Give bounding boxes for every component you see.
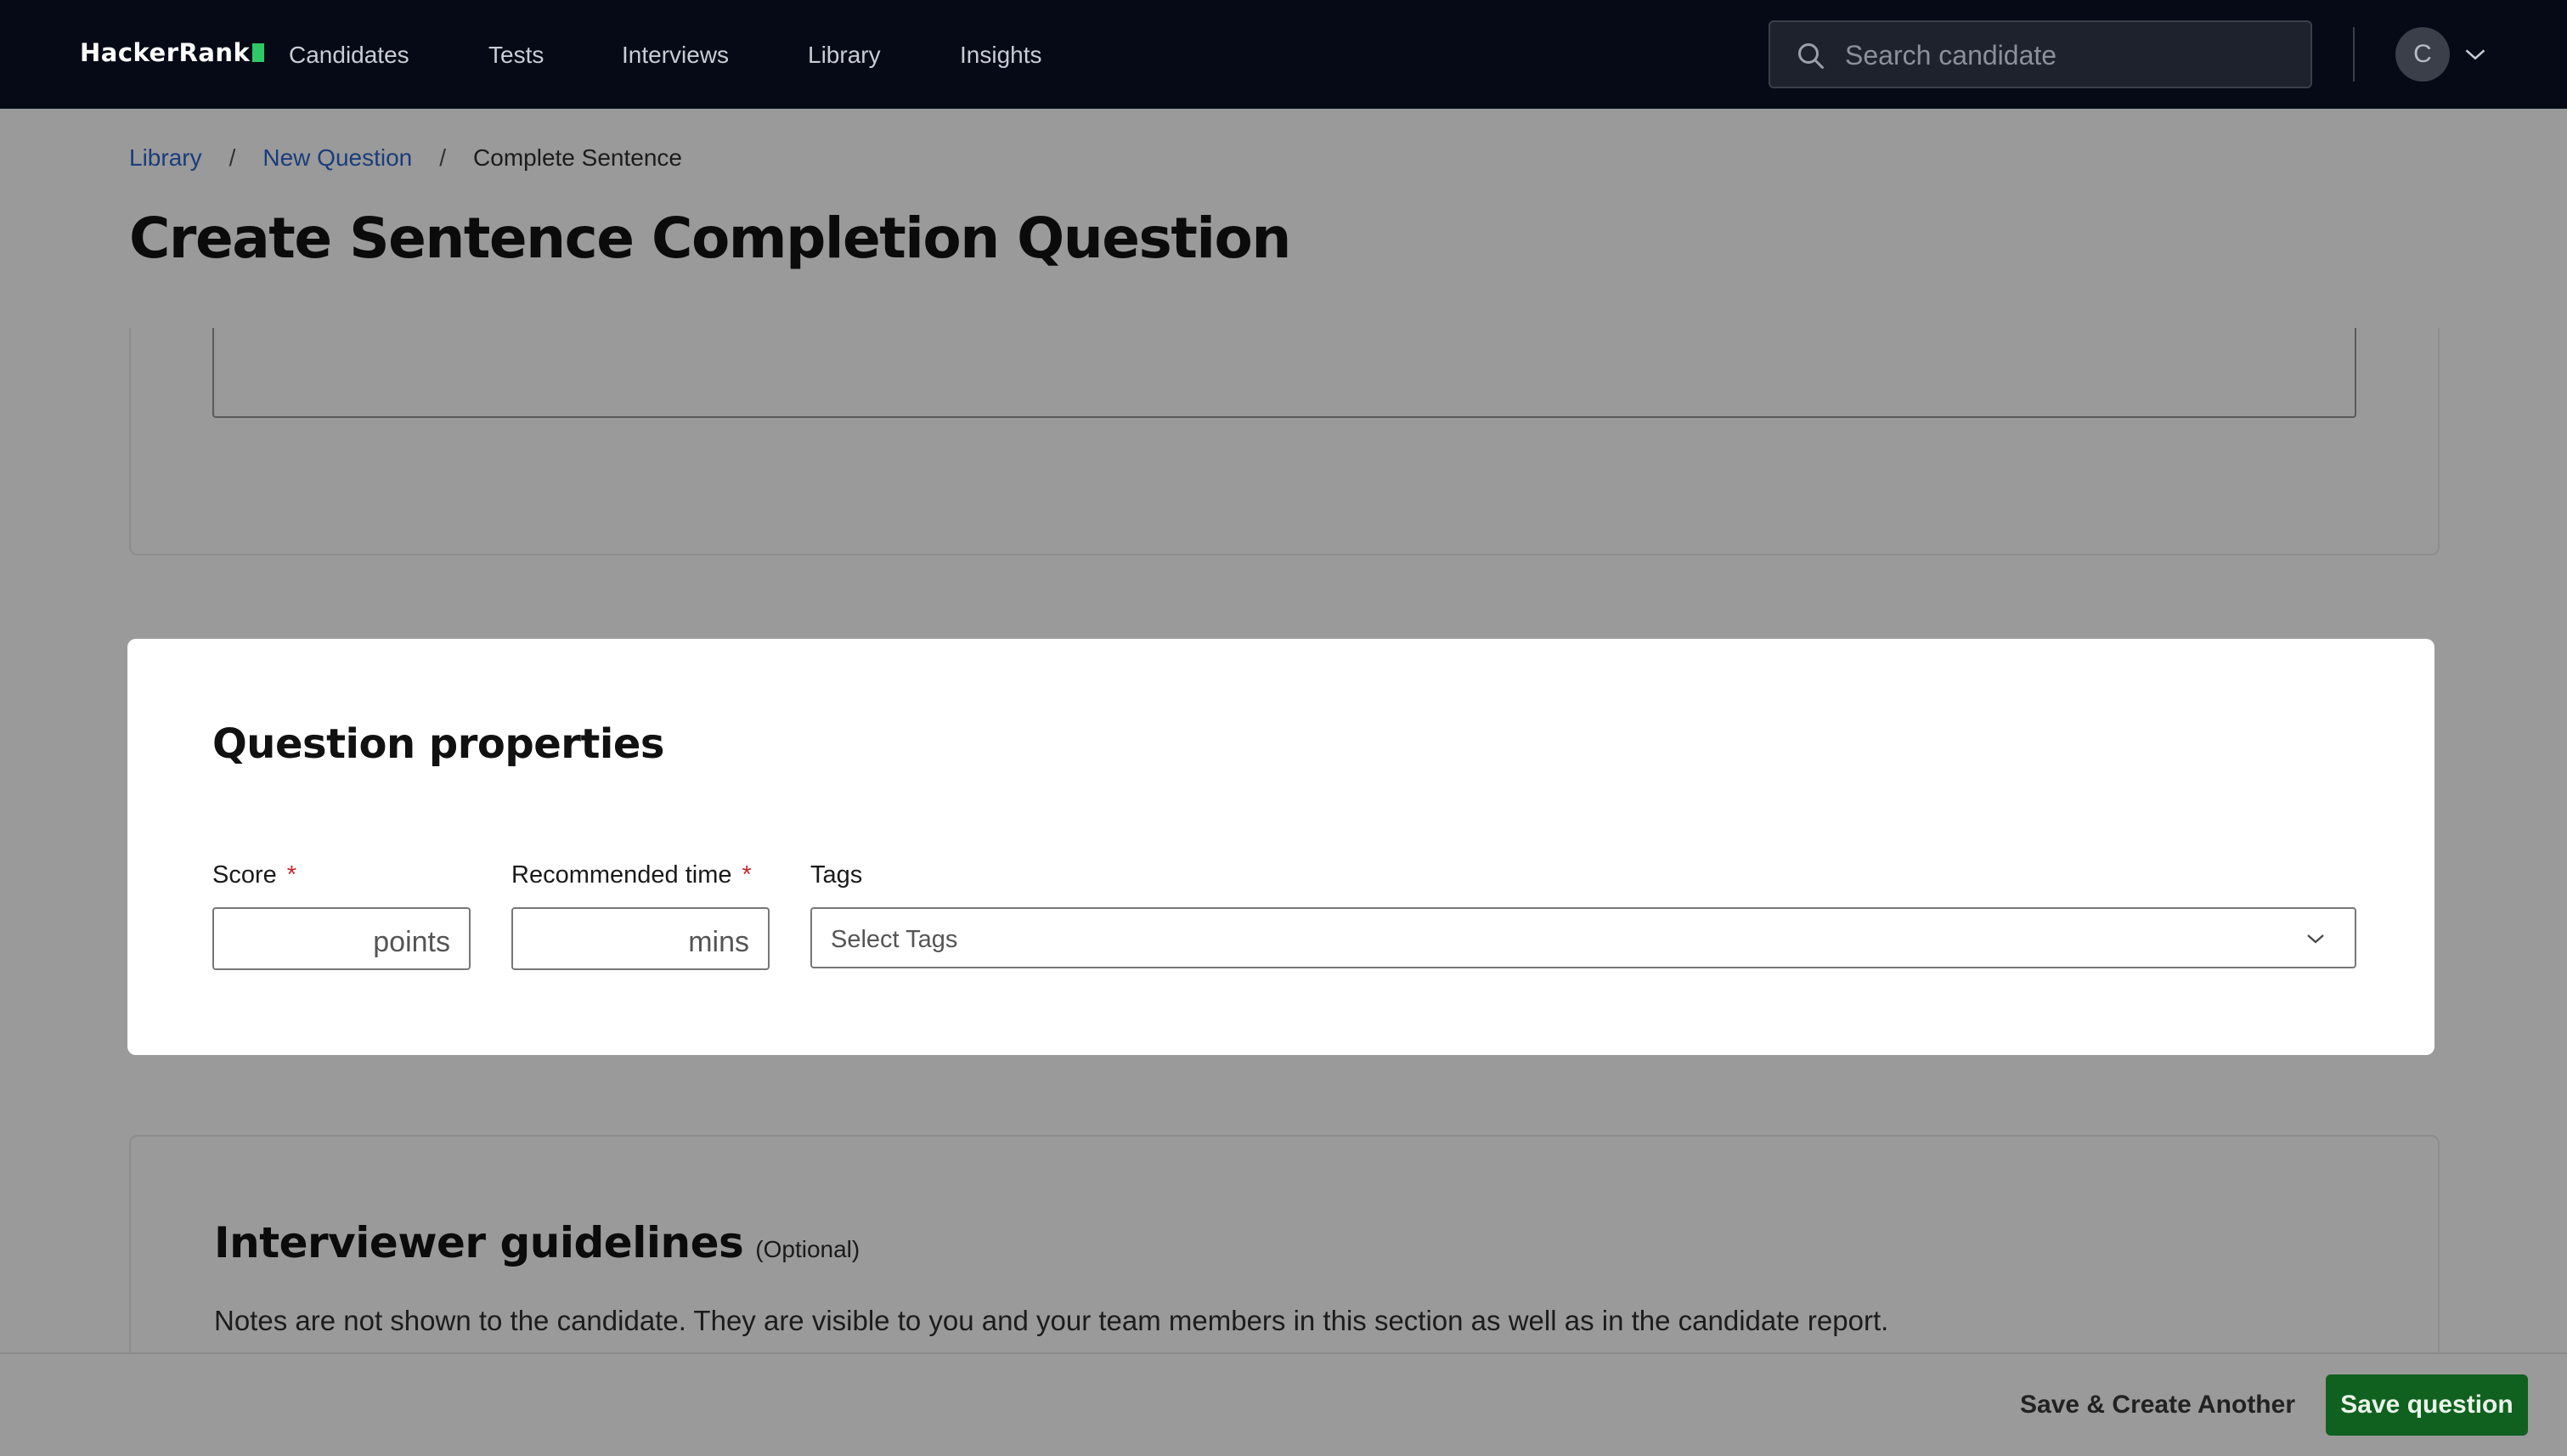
hackerrank-logo[interactable]: HackerRank (80, 38, 265, 67)
score-input[interactable] (226, 917, 362, 960)
nav-item-tests[interactable]: Tests (488, 42, 544, 69)
breadcrumb-library[interactable]: Library (129, 144, 202, 172)
breadcrumb: Library / New Question / Complete Senten… (129, 144, 682, 172)
guidelines-description: Notes are not shown to the candidate. Th… (214, 1305, 1889, 1336)
user-avatar[interactable]: C (2395, 27, 2450, 82)
breadcrumb-separator: / (439, 144, 447, 171)
top-navigation: HackerRank Candidates Tests Interviews L… (0, 0, 2567, 109)
logo-text: HackerRank (80, 38, 251, 67)
interviewer-guidelines-title: Interviewer guidelines (Optional) (214, 1218, 860, 1267)
page-title: Create Sentence Completion Question (129, 206, 1291, 271)
save-question-button[interactable]: Save question (2326, 1374, 2528, 1436)
recommended-time-field[interactable]: mins (511, 907, 770, 970)
score-suffix: points (373, 926, 450, 958)
required-mark: * (286, 861, 297, 889)
recommended-time-input[interactable] (525, 917, 661, 960)
tags-select[interactable]: Select Tags (810, 907, 2356, 968)
optional-label: (Optional) (755, 1236, 860, 1262)
score-label-text: Score (212, 861, 277, 889)
nav-item-library[interactable]: Library (808, 42, 881, 69)
save-and-create-another-button[interactable]: Save & Create Another (2006, 1374, 2309, 1436)
footer-action-bar: Save & Create Another Save question (0, 1352, 2567, 1456)
nav-divider (2353, 27, 2355, 82)
recommended-time-label-text: Recommended time (511, 861, 732, 889)
nav-item-insights[interactable]: Insights (960, 42, 1042, 69)
breadcrumb-new-question[interactable]: New Question (262, 144, 412, 172)
recommended-time-label: Recommended time * (511, 861, 752, 889)
chevron-down-icon[interactable] (2463, 44, 2487, 65)
tags-label: Tags (810, 861, 863, 889)
question-textarea[interactable] (212, 328, 2356, 418)
logo-mark-icon (252, 43, 265, 62)
chevron-down-icon (2307, 934, 2324, 944)
nav-item-candidates[interactable]: Candidates (289, 42, 409, 69)
search-box[interactable] (1769, 20, 2312, 88)
score-field[interactable]: points (212, 907, 471, 970)
search-icon (1798, 43, 1824, 69)
required-mark: * (742, 861, 752, 889)
guidelines-title-text: Interviewer guidelines (214, 1218, 744, 1267)
breadcrumb-current: Complete Sentence (473, 144, 682, 171)
question-properties-card: Question properties Score * points Recomm… (127, 639, 2434, 1055)
tags-placeholder: Select Tags (831, 926, 958, 953)
nav-item-interviews[interactable]: Interviews (622, 42, 729, 69)
question-properties-title: Question properties (212, 720, 664, 768)
score-label: Score * (212, 861, 296, 889)
search-candidate-input[interactable] (1845, 34, 2287, 76)
breadcrumb-separator: / (228, 144, 236, 171)
time-suffix: mins (688, 926, 749, 958)
question-content-card (129, 328, 2440, 556)
